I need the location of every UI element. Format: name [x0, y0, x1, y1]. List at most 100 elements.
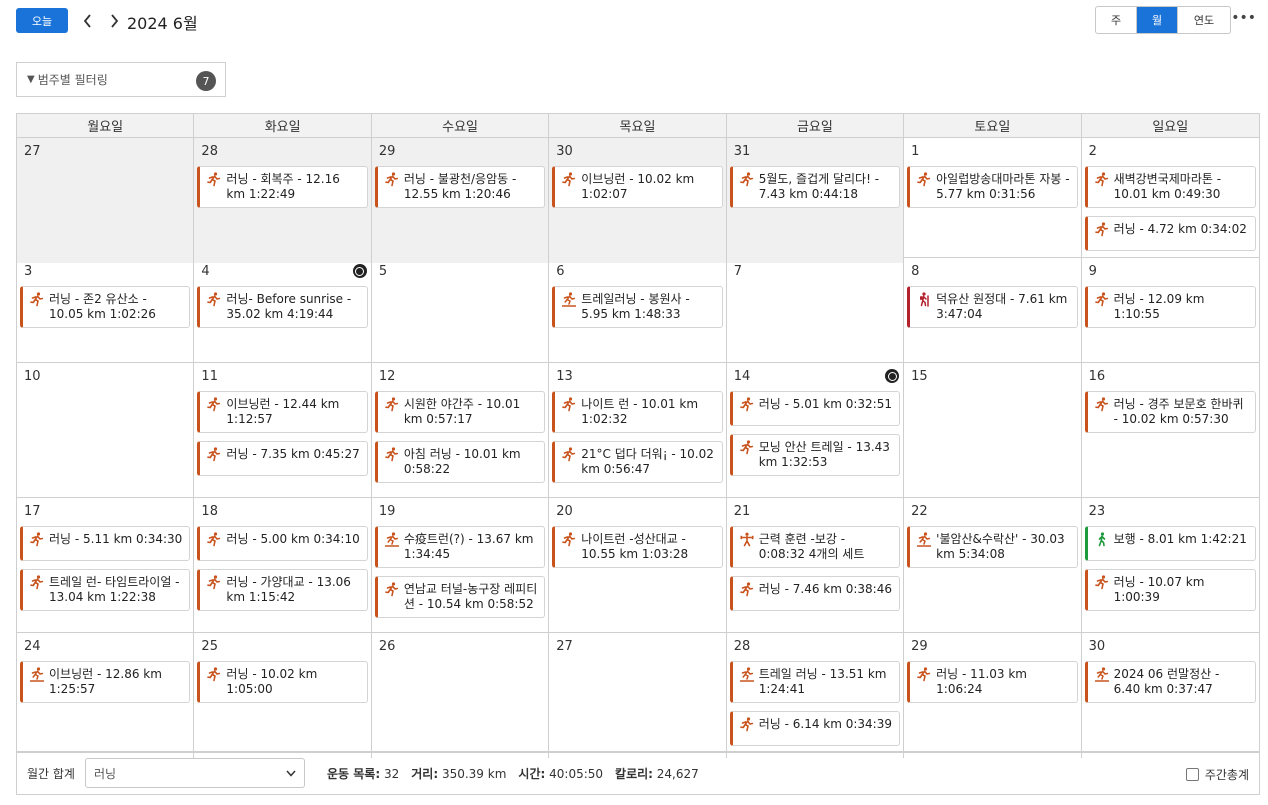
calendar-day-cell[interactable]: 11 이브닝런 - 12.44 km 1:12:57 러닝 - 7.35 km 0:…: [194, 363, 372, 497]
calendar-day-cell[interactable]: 4 러닝- Before sunrise - 35.02 km 4:19:44: [194, 258, 372, 362]
calendar-day-cell[interactable]: 30 2024 06 런말정산 - 6.40 km 0:37:47: [1082, 633, 1259, 758]
calendar-day-cell[interactable]: 29 러닝 - 불광천/응암동 - 12.55 km 1:20:46: [371, 138, 550, 263]
activity-event[interactable]: 러닝 - 5.11 km 0:34:30: [20, 526, 191, 561]
weekly-total-checkbox[interactable]: [1185, 768, 1199, 781]
calendar-day-cell[interactable]: 26: [372, 633, 550, 758]
day-number: 29: [911, 639, 928, 654]
calendar-day-cell[interactable]: 14 러닝 - 5.01 km 0:32:51 모닝 안산 트레일 - 13.43 …: [727, 363, 905, 497]
running-icon: [385, 582, 399, 597]
calendar-day-cell[interactable]: 25 러닝 - 10.02 km 1:05:00: [194, 633, 372, 758]
activity-event[interactable]: 러닝 - 4.72 km 0:34:02: [1084, 216, 1256, 251]
activity-event[interactable]: 러닝 - 11.03 km 1:06:24: [907, 661, 1078, 703]
calendar-day-cell[interactable]: 3 러닝 - 존2 유산소 - 10.05 km 1:02:26: [17, 258, 195, 362]
activity-event[interactable]: 트레일러닝 - 봉원사 - 5.95 km 1:48:33: [552, 286, 723, 328]
activity-event[interactable]: 보행 - 8.01 km 1:42:21: [1084, 526, 1256, 561]
today-button[interactable]: 오늘: [16, 8, 68, 33]
calendar-day-cell[interactable]: 15: [904, 363, 1082, 497]
calendar-day-cell[interactable]: 27: [17, 138, 195, 263]
activity-event[interactable]: 아침 러닝 - 10.01 km 0:58:22: [374, 441, 546, 483]
calendar-day-cell[interactable]: 20 나이트런 -성산대교 - 10.55 km 1:03:28: [549, 498, 727, 632]
calendar-day-cell[interactable]: 18 러닝 - 5.00 km 0:34:10 러닝 - 가양대교 - 13.06 …: [194, 498, 372, 632]
activity-event[interactable]: 러닝 - 5.01 km 0:32:51: [729, 391, 901, 426]
calendar-day-cell[interactable]: 24 이브닝런 - 12.86 km 1:25:57: [17, 633, 195, 758]
activity-event[interactable]: 이브닝런 - 12.86 km 1:25:57: [20, 661, 191, 703]
achievement-badge-icon[interactable]: [352, 264, 367, 278]
activity-event[interactable]: 러닝 - 7.35 km 0:45:27: [197, 441, 368, 476]
calendar-day-cell[interactable]: 28 트레일 러닝 - 13.51 km 1:24:41 러닝 - 6.14 km …: [727, 633, 905, 758]
activity-type-select[interactable]: 러닝: [84, 758, 305, 788]
activity-event[interactable]: 수疫트런(?) - 13.67 km 1:34:45: [374, 526, 546, 568]
activity-event[interactable]: 이브닝런 - 10.02 km 1:02:07: [552, 166, 723, 208]
activity-event[interactable]: 러닝 - 10.07 km 1:00:39: [1084, 569, 1256, 611]
running-icon: [207, 397, 221, 412]
running-icon: [30, 575, 44, 590]
previous-month-button[interactable]: [78, 9, 98, 33]
calendar-day-cell[interactable]: 22 '불암산&수락산' - 30.03 km 5:34:08: [904, 498, 1082, 632]
calendar-day-cell[interactable]: 17 러닝 - 5.11 km 0:34:30 트레일 런- 타임트라이얼 - 13…: [17, 498, 195, 632]
activity-event[interactable]: 나이트 런 - 10.01 km 1:02:32: [552, 391, 723, 433]
activity-event[interactable]: 러닝 - 가양대교 - 13.06 km 1:15:42: [197, 569, 368, 611]
calendar-day-cell[interactable]: 19 수疫트런(?) - 13.67 km 1:34:45 연남교 터널-농구장 레…: [372, 498, 550, 632]
activity-event[interactable]: 트레일 런- 타임트라이얼 - 13.04 km 1:22:38: [20, 569, 191, 611]
view-year-button[interactable]: 연도: [1178, 7, 1230, 33]
activity-event[interactable]: 근력 훈련 -보강 - 0:08:32 4개의 세트: [729, 526, 901, 568]
calendar-day-cell[interactable]: 31 5월도, 즐겁게 달리다! - 7.43 km 0:44:18: [726, 138, 905, 263]
activity-event[interactable]: 러닝 - 10.02 km 1:05:00: [197, 661, 368, 703]
activity-event[interactable]: 21°C 덥다 더워¡ - 10.02 km 0:56:47: [552, 441, 723, 483]
calendar-day-cell[interactable]: 13 나이트 런 - 10.01 km 1:02:32 21°C 덥다 더워¡ - …: [549, 363, 727, 497]
running-icon: [1094, 292, 1109, 307]
activity-event[interactable]: 러닝 - 존2 유산소 - 10.05 km 1:02:26: [20, 286, 191, 328]
activity-event[interactable]: 모닝 안산 트레일 - 13.43 km 1:32:53: [729, 434, 901, 476]
activity-event[interactable]: 러닝 - 불광천/응암동 - 12.55 km 1:20:46: [374, 166, 546, 208]
weekday-label: 수요일: [372, 114, 550, 137]
activity-event[interactable]: 러닝- Before sunrise - 35.02 km 4:19:44: [197, 286, 368, 328]
calendar-day-cell[interactable]: 10: [17, 363, 195, 497]
activity-event[interactable]: 연남교 터널-농구장 레피티션 - 10.54 km 0:58:52: [374, 576, 546, 618]
weekly-total-label: 주간총계: [1204, 768, 1249, 782]
activity-event[interactable]: 아일럽방송대마라톤 자봉 - 5.77 km 0:31:56: [907, 166, 1078, 208]
calendar-day-cell[interactable]: 9 러닝 - 12.09 km 1:10:55: [1082, 258, 1259, 362]
more-options-icon[interactable]: •••: [1231, 10, 1256, 26]
weekly-total-toggle[interactable]: 주간총계: [1185, 766, 1249, 783]
activity-event[interactable]: 덕유산 원정대 - 7.61 km 3:47:04: [907, 286, 1078, 328]
activity-event[interactable]: 시원한 야간주 - 10.01 km 0:57:17: [374, 391, 546, 433]
calendar-day-cell[interactable]: 29 러닝 - 11.03 km 1:06:24: [904, 633, 1082, 758]
calendar-day-cell[interactable]: 1 아일럽방송대마라톤 자봉 - 5.77 km 0:31:56: [904, 138, 1082, 263]
calendar-day-cell[interactable]: 5: [372, 258, 550, 362]
calendar-day-cell[interactable]: 23 보행 - 8.01 km 1:42:21 러닝 - 10.07 km 1:00…: [1082, 498, 1259, 632]
calendar-day-cell[interactable]: 27: [549, 633, 727, 758]
activity-event[interactable]: 5월도, 즐겁게 달리다! - 7.43 km 0:44:18: [729, 166, 901, 208]
calendar-day-cell[interactable]: 6 트레일러닝 - 봉원사 - 5.95 km 1:48:33: [549, 258, 727, 362]
activity-event[interactable]: 러닝 - 7.46 km 0:38:46: [729, 576, 901, 611]
activity-event[interactable]: 러닝 - 12.09 km 1:10:55: [1084, 286, 1256, 328]
activity-event[interactable]: 러닝 - 회복주 - 12.16 km 1:22:49: [197, 166, 368, 208]
day-number: 27: [24, 144, 41, 159]
calendar-day-cell[interactable]: 2 새벽강변국제마라톤 - 10.01 km 0:49:30 러닝 - 4.72 k…: [1082, 138, 1259, 263]
category-filter[interactable]: ▼ 범주별 필터링 7: [16, 62, 226, 97]
activity-event[interactable]: 러닝 - 경주 보문호 한바퀴 - 10.02 km 0:57:30: [1084, 391, 1256, 433]
next-month-button[interactable]: [104, 9, 124, 33]
calendar-day-cell[interactable]: 21 근력 훈련 -보강 - 0:08:32 4개의 세트러닝 - 7.46 km…: [727, 498, 905, 632]
calendar-day-cell[interactable]: 30 이브닝런 - 10.02 km 1:02:07: [549, 138, 727, 263]
calendar-day-cell[interactable]: 28 러닝 - 회복주 - 12.16 km 1:22:49: [194, 138, 372, 263]
running-icon: [1094, 172, 1109, 187]
calendar-day-cell[interactable]: 16 러닝 - 경주 보문호 한바퀴 - 10.02 km 0:57:30: [1082, 363, 1259, 497]
running-icon: [562, 172, 576, 187]
day-number: 21: [733, 504, 751, 519]
view-week-button[interactable]: 주: [1096, 7, 1137, 33]
calendar-day-cell[interactable]: 7: [727, 258, 905, 362]
activity-event-text: 트레일 러닝 - 13.51 km 1:24:41: [758, 667, 887, 696]
calendar-day-cell[interactable]: 12 시원한 야간주 - 10.01 km 0:57:17 아침 러닝 - 10.0…: [372, 363, 550, 497]
activity-event[interactable]: 나이트런 -성산대교 - 10.55 km 1:03:28: [552, 526, 723, 568]
activity-event[interactable]: 러닝 - 5.00 km 0:34:10: [197, 526, 368, 561]
activity-event[interactable]: 2024 06 런말정산 - 6.40 km 0:37:47: [1084, 661, 1256, 703]
activity-event[interactable]: 새벽강변국제마라톤 - 10.01 km 0:49:30: [1084, 166, 1256, 208]
calendar-day-cell[interactable]: 8 덕유산 원정대 - 7.61 km 3:47:04: [904, 258, 1082, 362]
activity-event[interactable]: 트레일 러닝 - 13.51 km 1:24:41: [729, 661, 901, 703]
activity-event[interactable]: '불암산&수락산' - 30.03 km 5:34:08: [907, 526, 1078, 568]
day-number: 23: [1088, 504, 1106, 519]
activity-event[interactable]: 러닝 - 6.14 km 0:34:39: [729, 711, 901, 746]
weekday-label: 토요일: [904, 114, 1082, 137]
view-month-button[interactable]: 월: [1137, 7, 1178, 33]
activity-event[interactable]: 이브닝런 - 12.44 km 1:12:57: [197, 391, 368, 433]
